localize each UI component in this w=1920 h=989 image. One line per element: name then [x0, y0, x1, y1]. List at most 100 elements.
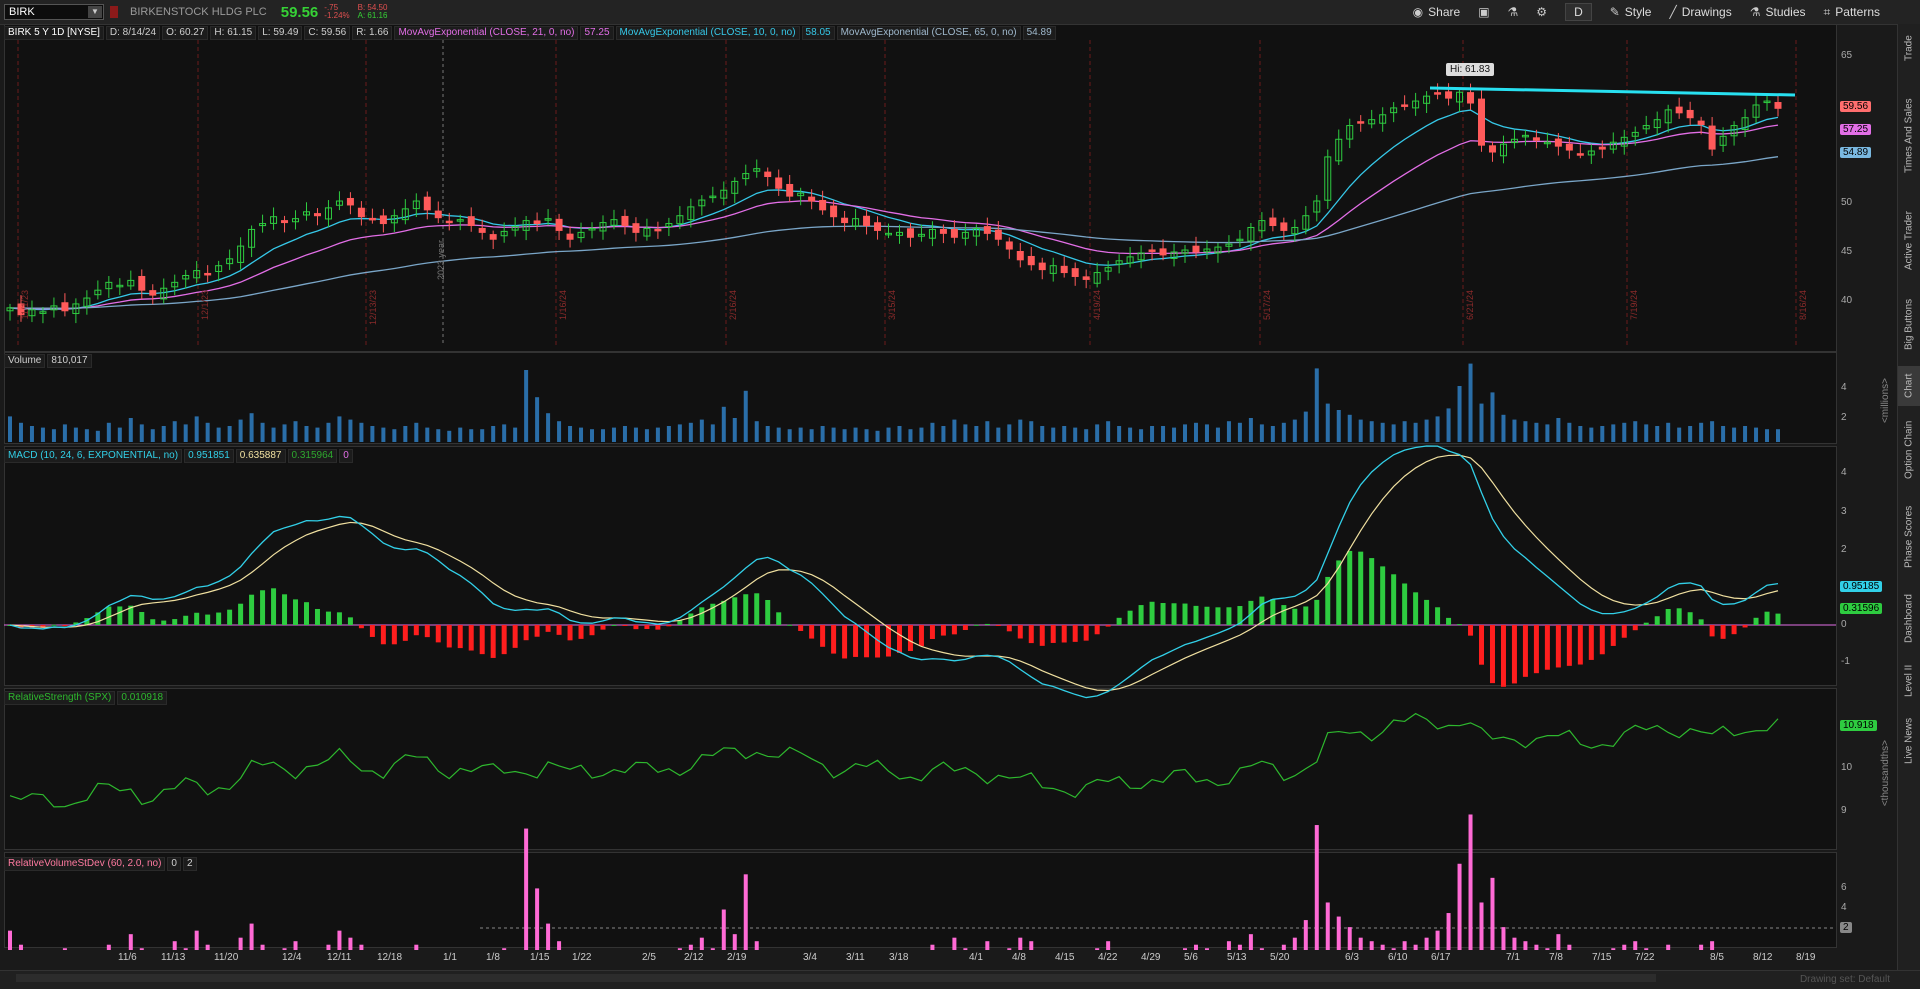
ema21-price-tag: 57.25 — [1840, 124, 1872, 135]
candle-body — [368, 217, 376, 221]
macd-histogram-bar — [1347, 550, 1353, 625]
rvol-bar — [62, 948, 67, 950]
candle-body — [1554, 138, 1562, 147]
macd-histogram-bar — [303, 602, 309, 625]
time-axis-label: 1/8 — [486, 952, 500, 963]
ema65-label[interactable]: MovAvgExponential (CLOSE, 65, 0, no) — [836, 26, 1021, 40]
macd-histogram-bar — [1281, 605, 1287, 625]
time-axis-label: 5/13 — [1227, 952, 1247, 963]
macd-histogram-bar — [358, 625, 364, 629]
candle-body — [138, 275, 146, 291]
macd-histogram-bar — [732, 597, 738, 625]
volume-bar — [546, 413, 551, 442]
rvol-bar — [699, 937, 704, 950]
macd-label[interactable]: MACD (10, 24, 6, EXPONENTIAL, no) — [4, 449, 183, 463]
macd-histogram-bar — [842, 625, 848, 659]
volume-bar — [600, 429, 605, 442]
volume-bar — [1622, 422, 1627, 442]
time-axis-label: 4/29 — [1141, 952, 1161, 963]
ohlc-open: O: 60.27 — [162, 26, 209, 40]
rvol-label[interactable]: RelativeVolumeStDev (60, 2.0, no) — [4, 857, 166, 871]
volume-bar — [1336, 410, 1341, 442]
macd-histogram-bar — [1094, 625, 1100, 635]
volume-bar — [831, 427, 836, 442]
volume-label[interactable]: Volume — [4, 354, 46, 368]
chart-canvas[interactable] — [0, 0, 1920, 988]
macd-histogram-bar — [1709, 625, 1715, 637]
macd-histogram-bar — [216, 612, 222, 625]
macd-histogram-bar — [995, 625, 1001, 626]
macd-histogram-bar — [1479, 625, 1485, 665]
candle-body — [632, 223, 640, 233]
volume-bar — [139, 424, 144, 442]
volume-bar — [590, 429, 595, 442]
volume-bar — [1556, 418, 1561, 442]
candle-body — [1159, 248, 1167, 256]
ema10-label[interactable]: MovAvgExponential (CLOSE, 10, 0, no) — [615, 26, 800, 40]
candle-body — [1401, 104, 1409, 107]
macd-histogram-bar — [314, 608, 320, 625]
rvol-bar — [1545, 948, 1550, 950]
volume-bar — [1732, 427, 1737, 442]
macd-histogram-bar — [446, 625, 452, 648]
volume-bar — [348, 419, 353, 442]
volume-bar — [18, 422, 23, 442]
candle-body — [281, 220, 289, 224]
rvol-bar — [1095, 948, 1100, 950]
volume-bar — [249, 413, 254, 442]
volume-bar — [1106, 421, 1111, 442]
volume-bar — [1545, 424, 1550, 442]
year-marker: 2023 year — [436, 240, 446, 281]
candle-body — [1708, 125, 1716, 150]
time-axis-label: 8/12 — [1753, 952, 1773, 963]
rvol-bar — [710, 948, 715, 950]
macd-zero: 0 — [339, 449, 353, 463]
rvol-bar — [1633, 941, 1638, 950]
macd-histogram-bar — [1072, 625, 1078, 642]
volume-bar — [491, 426, 496, 442]
ema21-label[interactable]: MovAvgExponential (CLOSE, 21, 0, no) — [394, 26, 579, 40]
macd-histogram-bar — [1193, 605, 1199, 625]
candle-body — [939, 228, 947, 234]
candle-body — [1445, 91, 1453, 99]
bottom-bar: Drawing set: Default — [0, 970, 1920, 989]
volume-bar — [106, 422, 111, 442]
time-axis-label: 6/3 — [1345, 952, 1359, 963]
volume-bar — [1567, 422, 1572, 442]
macd-histogram-bar — [644, 625, 650, 629]
rvol-bar — [1358, 937, 1363, 950]
trendline[interactable] — [1429, 86, 1796, 97]
macd-histogram-bar — [1424, 599, 1430, 625]
ohlc-close: C: 59.56 — [304, 26, 351, 40]
volume-bar — [1743, 426, 1748, 442]
rvol-bar — [1314, 825, 1319, 950]
rvol-bar — [1248, 934, 1253, 950]
macd-histogram-bar — [896, 625, 902, 653]
macd-histogram-bar — [1621, 625, 1627, 638]
macd-histogram-bar — [1050, 625, 1056, 643]
volume-bar — [1435, 416, 1440, 442]
macd-histogram-bar — [1149, 601, 1155, 625]
candle-body — [445, 220, 453, 224]
candle-body — [1357, 121, 1365, 124]
rvol-bar — [546, 923, 551, 950]
volume-bar — [447, 430, 452, 442]
volume-bar — [1754, 427, 1759, 442]
rvol-bar — [1490, 877, 1495, 950]
macd-histogram-bar — [1270, 599, 1276, 625]
rvol-scale-6: 6 — [1841, 882, 1847, 893]
volume-bar — [227, 426, 232, 442]
macd-histogram-bar — [1676, 608, 1682, 625]
horizontal-scrollbar[interactable] — [16, 974, 1656, 982]
volume-bar — [183, 424, 188, 442]
candle-body — [841, 217, 849, 224]
volume-bar — [326, 422, 331, 442]
volume-bar — [985, 421, 990, 442]
macd-histogram-bar — [688, 613, 694, 625]
rs-label[interactable]: RelativeStrength (SPX) — [4, 691, 116, 705]
candle-body — [808, 196, 816, 202]
macd-histogram-bar — [655, 625, 661, 630]
rvol-bar — [1644, 948, 1649, 950]
volume-scale-2: 2 — [1841, 412, 1847, 423]
candle-body — [533, 220, 541, 225]
